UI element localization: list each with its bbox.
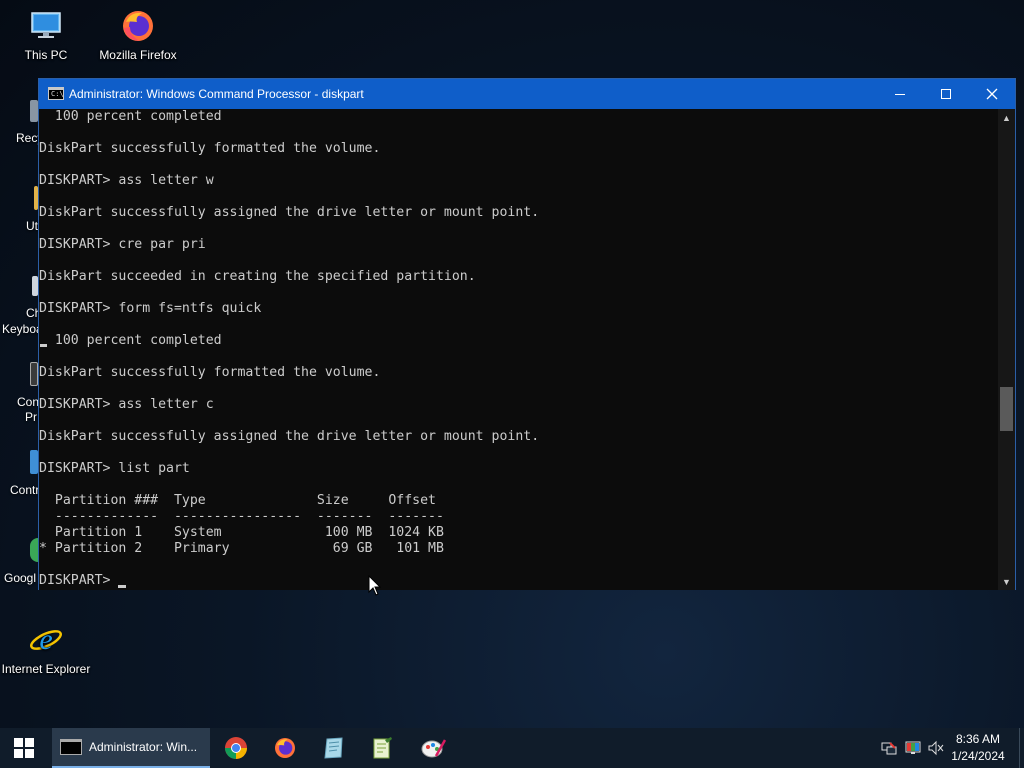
text-caret bbox=[118, 585, 127, 588]
console-line: DISKPART> list part bbox=[39, 461, 190, 476]
taskbar-firefox[interactable] bbox=[261, 728, 309, 768]
window-title: Administrator: Windows Command Processor… bbox=[69, 87, 364, 101]
minimize-button[interactable] bbox=[877, 79, 923, 109]
firefox-icon bbox=[120, 8, 156, 44]
console-line: DiskPart successfully assigned the drive… bbox=[39, 429, 540, 444]
console-line: 100 percent completed bbox=[39, 333, 222, 348]
internet-explorer-icon: e bbox=[28, 622, 64, 658]
close-button[interactable] bbox=[969, 79, 1015, 109]
cmd-window[interactable]: C:\ Administrator: Windows Command Proce… bbox=[38, 78, 1016, 590]
start-button[interactable] bbox=[0, 728, 48, 768]
desktop-icon-this-pc[interactable]: This PC bbox=[0, 8, 94, 63]
vertical-scrollbar[interactable]: ▲ ▼ bbox=[998, 109, 1015, 590]
desktop-icon-label: Internet Explorer bbox=[1, 662, 91, 676]
notepadpp-icon bbox=[324, 737, 343, 759]
mouse-pointer-icon bbox=[368, 575, 382, 596]
desktop-partial-label: Keyboa bbox=[2, 322, 43, 336]
show-desktop-button[interactable] bbox=[1019, 728, 1024, 768]
taskbar-notepad[interactable] bbox=[358, 728, 406, 768]
taskbar-chrome[interactable] bbox=[212, 728, 260, 768]
taskbar-task-cmd[interactable]: Administrator: Win... bbox=[52, 728, 210, 768]
minimize-icon bbox=[895, 93, 905, 95]
scroll-down-button[interactable]: ▼ bbox=[998, 573, 1015, 590]
computer-icon bbox=[28, 8, 64, 44]
console-line: DiskPart successfully assigned the drive… bbox=[39, 205, 540, 220]
console-line: DISKPART> form fs=ntfs quick bbox=[39, 301, 262, 316]
console-line: DISKPART> cre par pri bbox=[39, 237, 206, 252]
scroll-up-button[interactable]: ▲ bbox=[998, 109, 1015, 126]
scroll-thumb[interactable] bbox=[1000, 387, 1013, 431]
console-line: DiskPart succeeded in creating the speci… bbox=[39, 269, 476, 284]
cmd-icon: C:\ bbox=[48, 87, 64, 100]
taskbar-task-label: Administrator: Win... bbox=[89, 740, 198, 754]
taskbar-paint[interactable] bbox=[408, 728, 458, 768]
cmd-icon-text: C:\ bbox=[51, 90, 64, 98]
console-line: 100 percent completed bbox=[39, 109, 222, 124]
desktop-icon-label: Mozilla Firefox bbox=[99, 48, 177, 62]
console-prompt: DISKPART> bbox=[39, 573, 119, 588]
svg-text:e: e bbox=[39, 623, 52, 656]
console-line: DiskPart successfully formatted the volu… bbox=[39, 365, 381, 380]
recycle-bin-icon[interactable] bbox=[30, 100, 38, 122]
windows-start-icon bbox=[14, 738, 34, 758]
console-line: Partition 1 System 100 MB 1024 KB bbox=[39, 525, 444, 540]
console-line: DiskPart successfully formatted the volu… bbox=[39, 141, 381, 156]
firefox-icon bbox=[275, 738, 295, 758]
control-panel-icon[interactable] bbox=[30, 450, 38, 474]
clock-date: 1/24/2024 bbox=[951, 749, 1005, 763]
chrome-icon[interactable] bbox=[30, 538, 38, 562]
chrome-icon bbox=[225, 737, 247, 759]
maximize-icon bbox=[941, 89, 951, 99]
paint-icon bbox=[421, 739, 446, 758]
display-icon[interactable] bbox=[905, 740, 921, 756]
taskbar-notepadpp[interactable] bbox=[310, 728, 358, 768]
notepad-icon bbox=[373, 737, 392, 759]
title-bar[interactable]: C:\ Administrator: Windows Command Proce… bbox=[39, 79, 1015, 109]
console-line: ------------- ---------------- ------- -… bbox=[39, 509, 444, 524]
close-icon bbox=[986, 88, 998, 100]
desktop-icon-label: This PC bbox=[24, 48, 68, 62]
desktop-partial-label: Contr bbox=[10, 483, 40, 497]
console-prompt-line: DISKPART> bbox=[39, 573, 539, 589]
console-marker bbox=[40, 344, 47, 347]
console-output[interactable]: 100 percent completed DiskPart successful… bbox=[39, 109, 999, 590]
desktop-partial-label: Googl bbox=[4, 571, 37, 585]
console-line: * Partition 2 Primary 69 GB 101 MB bbox=[39, 541, 444, 556]
desktop-icon-firefox[interactable]: Mozilla Firefox bbox=[90, 8, 186, 63]
desktop-icon-internet-explorer[interactable]: e Internet Explorer bbox=[0, 622, 94, 677]
clock[interactable]: 8:36 AM 1/24/2024 bbox=[948, 731, 1008, 765]
console-line: DISKPART> ass letter w bbox=[39, 173, 214, 188]
clock-time: 8:36 AM bbox=[955, 732, 1001, 746]
console-line: Partition ### Type Size Offset bbox=[39, 493, 436, 508]
network-icon[interactable] bbox=[881, 740, 897, 756]
taskbar: Administrator: Win... 8:36 AM 1/24/2024 bbox=[0, 728, 1024, 768]
desktop-partial-label: Pr bbox=[25, 410, 37, 424]
maximize-button[interactable] bbox=[923, 79, 969, 109]
volume-muted-icon[interactable] bbox=[928, 740, 944, 756]
desktop-partial-label: Con bbox=[17, 395, 40, 409]
command-prompt-icon[interactable] bbox=[30, 362, 38, 386]
console-line: DISKPART> ass letter c bbox=[39, 397, 214, 412]
cmd-icon bbox=[60, 739, 82, 755]
desktop-partial-label: Ut bbox=[26, 219, 38, 233]
console-text: 100 percent completed DiskPart successful… bbox=[39, 109, 539, 589]
